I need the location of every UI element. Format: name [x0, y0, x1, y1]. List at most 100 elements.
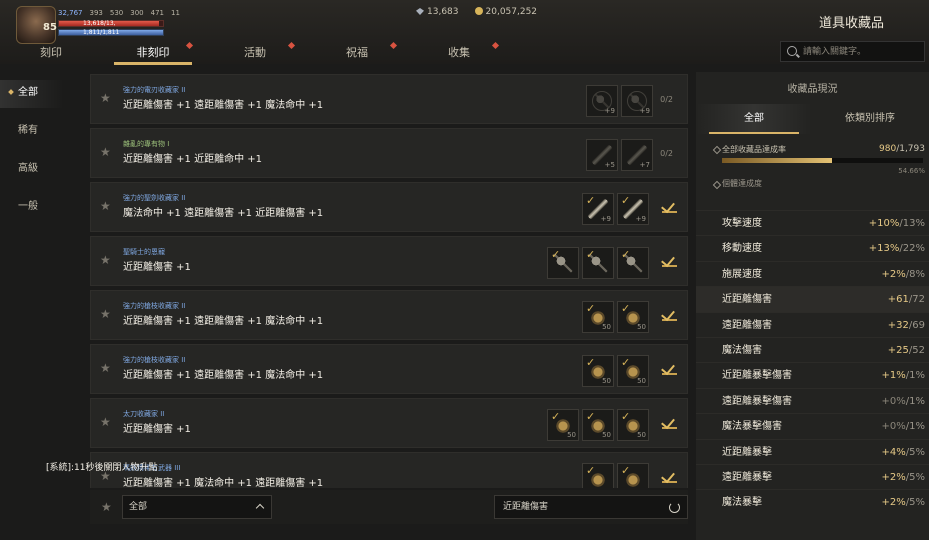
stat-row[interactable]: 近距離暴擊 +4%/5% — [696, 438, 929, 464]
item-slot[interactable]: ✓ — [617, 463, 649, 488]
favorite-star-icon[interactable]: ★ — [100, 145, 111, 159]
favorite-star-icon[interactable]: ★ — [100, 199, 111, 213]
tab-0[interactable]: 刻印 — [0, 42, 102, 64]
item-slot[interactable]: ✓ +9 — [582, 193, 614, 225]
collection-row[interactable]: ★ 強力的槍枝收藏家 II 近距離傷害 +1 遠距離傷害 +1 魔法命中 +1 ✓ 50… — [90, 290, 688, 340]
sidebar-item-3[interactable]: 一般 — [0, 186, 80, 224]
item-slot[interactable]: ✓ 50 — [582, 355, 614, 387]
item-slot[interactable]: ✓ 50 — [582, 301, 614, 333]
item-slot[interactable]: ✓ +9 — [617, 193, 649, 225]
overall-label: 全部收藏品達成率 — [722, 145, 786, 154]
sidebar-item-0[interactable]: 全部 — [0, 72, 80, 110]
stat-row[interactable]: 攻擊速度 +10%/13% — [696, 210, 929, 235]
item-slot[interactable]: ✓ 50 — [617, 409, 649, 441]
check-icon: ✓ — [621, 194, 631, 207]
item-slot[interactable]: +9 — [621, 85, 653, 117]
item-enchant-count: 50 — [602, 431, 611, 439]
progress-fill — [722, 158, 832, 163]
collection-row[interactable]: ★ 太刀收藏家 II 近距離傷害 +1 ✓ 50 ✓ 50 ✓ 50 — [90, 398, 688, 448]
top-bar: 85 32,767 393 530 300 471 11 13,618/13, … — [0, 0, 929, 65]
sidebar-item-1[interactable]: 稀有 — [0, 110, 80, 148]
collection-row[interactable]: ★ 雜亂的專有物 I 近距離傷害 +1 近距離命中 +1 +5 +7 0/2 — [90, 128, 688, 178]
overall-max: /1,793 — [896, 144, 925, 154]
stat-row[interactable]: 魔法暴擊傷害 +0%/1% — [696, 413, 929, 438]
item-slot[interactable]: +7 — [621, 139, 653, 171]
collection-row[interactable]: ★ 強力的槍枝收藏家 II 近距離傷害 +1 遠距離傷害 +1 魔法命中 +1 ✓ 50… — [90, 344, 688, 394]
stat-row[interactable]: 近距離暴擊傷害 +1%/1% — [696, 362, 929, 387]
stat-name: 魔法傷害 — [722, 344, 762, 356]
favorite-star-icon[interactable]: ★ — [100, 91, 111, 105]
item-slots: ✓ 50 ✓ 50 ✓ 50 — [547, 409, 649, 441]
stat-list: 攻擊速度 +10%/13% 移動速度 +13%/22% 施展速度 +2%/8% 近距離傷害 +… — [696, 210, 929, 515]
collection-progress: 0/2 — [660, 149, 673, 158]
stat-filter-dropdown[interactable]: 近距離傷害 — [494, 495, 688, 519]
item-slot[interactable]: ✓ 50 — [617, 301, 649, 333]
item-slot[interactable]: ✓ 50 — [547, 409, 579, 441]
grade-filter-dropdown[interactable]: 全部 — [122, 495, 272, 519]
tab-by-category[interactable]: 依類別排序 — [812, 104, 928, 134]
item-slot[interactable]: ✓ — [547, 247, 579, 279]
stat-name: 攻擊速度 — [722, 218, 762, 229]
tab-3[interactable]: 祝福 — [306, 41, 408, 64]
stat-value: 530 — [109, 9, 124, 17]
search-input[interactable] — [803, 44, 921, 59]
check-icon: ✓ — [621, 410, 631, 423]
collection-effect: 近距離傷害 +1 魔法命中 +1 遠距離傷害 +1 — [123, 478, 324, 488]
favorite-filter-star-icon[interactable]: ★ — [101, 500, 112, 514]
gem-icon — [416, 8, 424, 15]
stat-row[interactable]: 遠距離暴擊 +2%/5% — [696, 463, 929, 489]
tab-label: 收集 — [448, 46, 470, 59]
item-slot[interactable]: ✓ — [582, 247, 614, 279]
stat-row[interactable]: 魔法傷害 +25/52 — [696, 336, 929, 362]
stat-value: 300 — [130, 9, 144, 17]
completed-check-icon — [661, 199, 677, 215]
collection-effect: 近距離傷害 +1 — [123, 424, 191, 435]
refresh-icon[interactable] — [669, 502, 680, 513]
item-slot[interactable]: ✓ 50 — [617, 355, 649, 387]
tab-1[interactable]: 非刻印 — [102, 41, 204, 65]
item-slots: ✓ ✓ ✓ — [547, 247, 649, 279]
sidebar-item-label: 一般 — [18, 201, 38, 212]
item-slots: ✓ 50 ✓ 50 — [582, 301, 649, 333]
stat-current: +13% — [868, 243, 900, 255]
page-title: 道具收藏品 — [819, 16, 885, 31]
item-slot[interactable]: +5 — [586, 139, 618, 171]
favorite-star-icon[interactable]: ★ — [100, 361, 111, 375]
favorite-star-icon[interactable]: ★ — [100, 307, 111, 321]
stat-current: +2% — [881, 471, 906, 483]
stat-row[interactable]: 遠距離傷害 +32/69 — [696, 311, 929, 337]
mp-bar: 1,811/1,811 — [58, 29, 164, 36]
item-slot[interactable]: ✓ 50 — [582, 409, 614, 441]
stat-name: 遠距離暴擊 — [722, 471, 772, 483]
stat-max: /1% — [905, 421, 925, 433]
stat-name: 施展速度 — [722, 268, 762, 280]
stat-row[interactable]: 移動速度 +13%/22% — [696, 235, 929, 260]
item-slot[interactable]: ✓ — [617, 247, 649, 279]
stat-max: /5% — [905, 471, 925, 483]
stat-row[interactable]: 魔法暴擊 +2%/5% — [696, 489, 929, 514]
tab-2[interactable]: 活動 — [204, 41, 306, 64]
stat-row[interactable]: 施展速度 +2%/8% — [696, 260, 929, 286]
item-slot[interactable]: +9 — [586, 85, 618, 117]
favorite-star-icon[interactable]: ★ — [100, 415, 111, 429]
stat-value: 32,767 — [58, 9, 83, 17]
stat-value: +13%/22% — [869, 236, 925, 261]
stat-row[interactable]: 近距離傷害 +61/72 — [696, 286, 929, 312]
collection-row[interactable]: ★ 瑪妖精稀有武器 III 近距離傷害 +1 魔法命中 +1 遠距離傷害 +1 ✓ ✓ — [90, 452, 688, 488]
collection-list[interactable]: ★ 強力的電刃收藏家 II 近距離傷害 +1 遠距離傷害 +1 魔法命中 +1 +9 +… — [90, 74, 688, 488]
notification-dot-icon — [287, 41, 296, 50]
search-box[interactable] — [780, 41, 925, 62]
item-enchant-count: +9 — [639, 107, 650, 115]
collection-row[interactable]: ★ 強力的聖劍收藏家 II 魔法命中 +1 遠距離傷害 +1 近距離傷害 +1 ✓ +9… — [90, 182, 688, 232]
collection-row[interactable]: ★ 強力的電刃收藏家 II 近距離傷害 +1 遠距離傷害 +1 魔法命中 +1 +9 +… — [90, 74, 688, 124]
tab-4[interactable]: 收集 — [408, 41, 510, 64]
stat-row[interactable]: 遠距離暴擊傷害 +0%/1% — [696, 387, 929, 413]
collection-row[interactable]: ★ 聖騎士的恩寵 近距離傷害 +1 ✓ ✓ ✓ — [90, 236, 688, 286]
stat-filter-value: 近距離傷害 — [503, 502, 549, 512]
check-icon: ✓ — [586, 194, 596, 207]
item-slot[interactable]: ✓ — [582, 463, 614, 488]
tab-all[interactable]: 全部 — [696, 104, 812, 134]
stat-max: /5% — [905, 497, 925, 509]
favorite-star-icon[interactable]: ★ — [100, 253, 111, 267]
sidebar-item-2[interactable]: 高級 — [0, 148, 80, 186]
